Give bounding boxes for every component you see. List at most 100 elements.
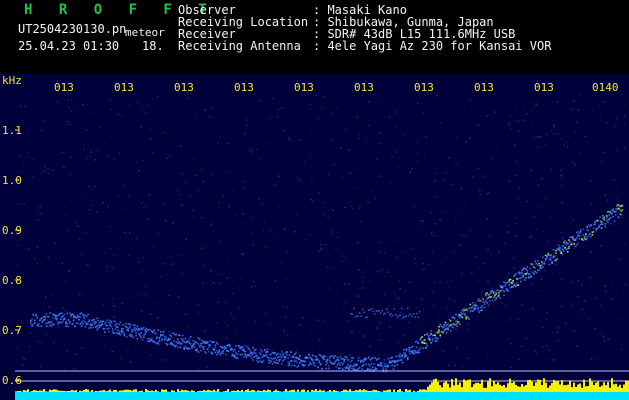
trace-point	[30, 320, 32, 323]
noise-speck	[295, 350, 297, 352]
noise-speck	[446, 256, 448, 259]
trace-point	[356, 315, 358, 317]
trace-point	[193, 346, 196, 348]
trace-point	[520, 280, 522, 283]
power-bar	[189, 391, 191, 392]
noise-speck	[108, 225, 111, 227]
noise-speck	[302, 317, 304, 319]
power-bar	[371, 390, 373, 392]
power-bar	[179, 391, 181, 392]
trace-point	[621, 205, 624, 208]
noise-speck	[486, 193, 488, 196]
noise-speck	[379, 175, 382, 177]
noise-speck	[358, 133, 360, 135]
noise-speck	[491, 100, 494, 103]
trace-point	[585, 233, 587, 235]
noise-speck	[390, 316, 393, 318]
power-bar	[173, 390, 175, 392]
power-bar	[215, 391, 217, 392]
trace-point	[238, 350, 240, 353]
noise-speck	[425, 136, 428, 138]
noise-speck	[258, 208, 261, 211]
noise-speck	[178, 194, 180, 196]
trace-point	[31, 325, 33, 327]
trace-point	[572, 236, 574, 238]
trace-point	[282, 354, 284, 356]
trace-point	[425, 342, 427, 345]
trace-point	[321, 368, 323, 370]
noise-speck	[329, 367, 331, 370]
trace-point	[468, 318, 470, 320]
power-bar	[71, 389, 73, 392]
power-bar	[479, 383, 481, 392]
noise-speck	[396, 109, 398, 112]
power-bar	[131, 390, 133, 392]
noise-speck	[22, 162, 24, 164]
noise-speck	[396, 166, 399, 169]
trace-point	[494, 299, 496, 301]
trace-point	[621, 209, 624, 211]
trace-point	[208, 346, 210, 348]
trace-point	[208, 350, 210, 353]
trace-point	[173, 340, 175, 342]
trace-point	[370, 363, 373, 365]
noise-speck	[477, 167, 480, 170]
noise-speck	[86, 264, 88, 266]
trace-point	[106, 325, 109, 327]
noise-speck	[604, 194, 607, 196]
trace-point	[286, 351, 288, 353]
trace-point	[62, 320, 65, 322]
noise-speck	[580, 313, 582, 315]
noise-speck	[226, 171, 228, 174]
power-bar	[545, 382, 547, 392]
noise-speck	[122, 207, 124, 210]
trace-point	[546, 257, 548, 259]
trace-point	[407, 358, 409, 361]
trace-point	[535, 271, 538, 274]
trace-point	[498, 294, 500, 296]
noise-speck	[572, 161, 574, 163]
power-bar	[121, 390, 123, 392]
power-bar	[187, 390, 189, 392]
noise-speck	[86, 103, 89, 105]
noise-speck	[334, 343, 337, 345]
noise-speck	[113, 254, 116, 257]
noise-speck	[162, 359, 164, 361]
noise-speck	[577, 109, 579, 111]
noise-speck	[181, 204, 183, 206]
noise-speck	[537, 146, 540, 148]
trace-point	[150, 339, 153, 341]
noise-speck	[533, 340, 536, 343]
power-bar	[585, 386, 587, 392]
noise-speck	[209, 116, 211, 118]
trace-point	[244, 353, 247, 355]
noise-speck	[535, 102, 537, 105]
noise-speck	[418, 331, 421, 333]
noise-speck	[363, 335, 365, 337]
noise-speck	[361, 94, 363, 97]
noise-speck	[263, 220, 265, 222]
noise-speck	[426, 317, 429, 319]
noise-speck	[194, 116, 196, 118]
noise-speck	[326, 356, 328, 358]
trace-point	[339, 356, 341, 358]
noise-speck	[351, 331, 353, 333]
noise-speck	[142, 270, 144, 272]
noise-speck	[350, 205, 353, 208]
power-bar	[349, 389, 351, 392]
trace-point	[225, 353, 227, 356]
noise-speck	[606, 199, 609, 201]
noise-speck	[614, 327, 617, 329]
noise-speck	[177, 296, 180, 298]
noise-speck	[127, 350, 129, 353]
noise-speck	[376, 327, 378, 329]
power-bar	[619, 384, 621, 392]
noise-speck	[77, 106, 79, 108]
noise-speck	[163, 203, 166, 205]
noise-speck	[226, 324, 229, 327]
noise-speck	[389, 326, 391, 328]
noise-speck	[514, 120, 517, 123]
noise-speck	[210, 220, 213, 223]
power-bar	[437, 382, 439, 392]
noise-speck	[362, 281, 364, 283]
